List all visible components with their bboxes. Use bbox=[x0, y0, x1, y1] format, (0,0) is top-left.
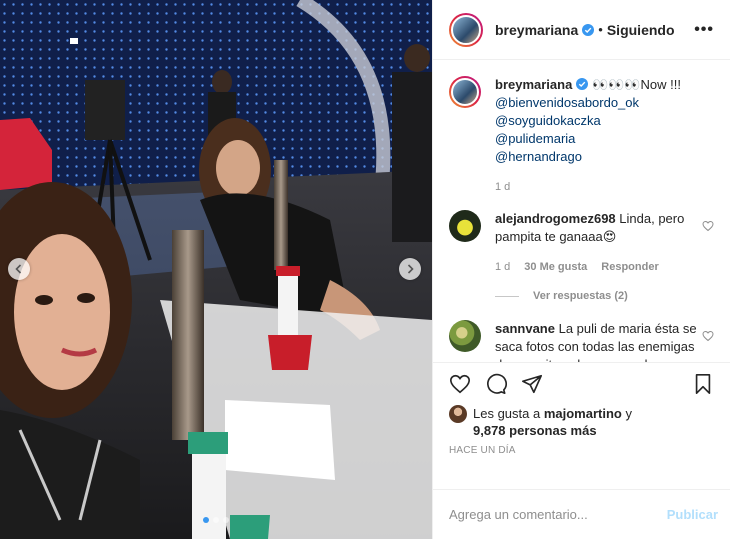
heart-icon[interactable] bbox=[702, 220, 714, 232]
comments-list[interactable]: breymariana 👀👀👀Now !!! @bienvenidosabord… bbox=[433, 60, 730, 362]
action-icons bbox=[449, 371, 714, 397]
commenter-avatar[interactable] bbox=[449, 210, 481, 242]
commenter-avatar[interactable] bbox=[449, 320, 481, 352]
caption: breymariana 👀👀👀Now !!! @bienvenidosabord… bbox=[449, 76, 714, 196]
liker-username[interactable]: majomartino bbox=[544, 406, 622, 421]
verified-badge-icon bbox=[576, 78, 589, 90]
caption-meta: 1 d bbox=[495, 178, 681, 196]
comment-likes-count[interactable]: 30 Me gusta bbox=[524, 258, 587, 276]
mention-link[interactable]: @pulidemaria bbox=[495, 130, 681, 148]
mention-link[interactable]: @bienvenidosabordo_ok bbox=[495, 94, 681, 112]
more-horizontal-icon[interactable]: ••• bbox=[694, 21, 714, 39]
view-replies-label: Ver respuestas (2) bbox=[533, 290, 628, 302]
add-comment-bar: Publicar bbox=[433, 489, 730, 539]
view-replies-button[interactable]: Ver respuestas (2) bbox=[495, 290, 714, 302]
caption-avatar[interactable] bbox=[449, 76, 481, 108]
caption-text: Now !!! bbox=[640, 77, 681, 92]
avatar-image bbox=[451, 14, 481, 45]
instagram-post: breymariana • Siguiendo ••• breymariana … bbox=[0, 0, 730, 539]
carousel-dot bbox=[203, 517, 209, 523]
author-username[interactable]: breymariana bbox=[495, 22, 578, 38]
carousel-indicator bbox=[0, 517, 432, 523]
comment-username[interactable]: sannvane bbox=[495, 321, 555, 336]
comment-icon[interactable] bbox=[485, 373, 507, 395]
next-photo-button[interactable] bbox=[399, 258, 421, 280]
bookmark-icon[interactable] bbox=[692, 373, 714, 395]
comment-body: alejandrogomez698 Linda, pero pampita te… bbox=[495, 210, 702, 276]
chevron-left-icon bbox=[15, 264, 22, 274]
post-side-panel: breymariana • Siguiendo ••• breymariana … bbox=[432, 0, 730, 539]
likes-count[interactable]: 9,878 personas más bbox=[473, 423, 597, 438]
author-avatar[interactable] bbox=[449, 12, 483, 47]
comment-time[interactable]: 1 d bbox=[495, 258, 510, 276]
caption-body: breymariana 👀👀👀Now !!! @bienvenidosabord… bbox=[495, 76, 681, 196]
separator-bullet: • bbox=[598, 22, 603, 37]
comment: sannvane La puli de maria ésta se saca f… bbox=[449, 320, 714, 362]
avatar-image bbox=[451, 78, 479, 106]
photo-scene bbox=[0, 0, 432, 539]
comment-input[interactable] bbox=[449, 507, 667, 522]
caption-time[interactable]: 1 d bbox=[495, 178, 510, 196]
post-timestamp[interactable]: HACE UN DÍA bbox=[449, 445, 714, 456]
verified-badge-icon bbox=[582, 23, 595, 36]
mention-link[interactable]: @soyguidokaczka bbox=[495, 112, 681, 130]
heart-icon[interactable] bbox=[449, 373, 471, 395]
likes-summary: Les gusta a majomartino y 9,878 personas… bbox=[449, 405, 714, 439]
comment-body: sannvane La puli de maria ésta se saca f… bbox=[495, 320, 702, 362]
comment: alejandrogomez698 Linda, pero pampita te… bbox=[449, 210, 714, 276]
post-header: breymariana • Siguiendo ••• bbox=[433, 0, 730, 60]
caption-emojis: 👀👀👀 bbox=[591, 77, 641, 92]
previous-photo-button[interactable] bbox=[8, 258, 30, 280]
reply-button[interactable]: Responder bbox=[601, 258, 658, 276]
following-button[interactable]: Siguiendo bbox=[607, 22, 675, 38]
post-actions: Les gusta a majomartino y 9,878 personas… bbox=[433, 362, 730, 489]
caption-username[interactable]: breymariana bbox=[495, 77, 572, 92]
liker-avatar[interactable] bbox=[449, 405, 467, 423]
mention-link[interactable]: @hernandrago bbox=[495, 148, 681, 166]
carousel-dot bbox=[213, 517, 219, 523]
share-icon[interactable] bbox=[521, 373, 543, 395]
post-photo[interactable] bbox=[0, 0, 432, 539]
chevron-right-icon bbox=[407, 264, 414, 274]
likes-prefix: Les gusta a bbox=[473, 406, 541, 421]
publish-button[interactable]: Publicar bbox=[667, 507, 718, 522]
comment-username[interactable]: alejandrogomez698 bbox=[495, 211, 616, 226]
replies-divider bbox=[495, 295, 519, 297]
comment-meta: 1 d 30 Me gusta Responder bbox=[495, 258, 702, 276]
carousel-dot bbox=[223, 517, 229, 523]
likes-text: Les gusta a majomartino y 9,878 personas… bbox=[473, 405, 632, 439]
heart-icon[interactable] bbox=[702, 330, 714, 342]
likes-join: y bbox=[625, 406, 632, 421]
